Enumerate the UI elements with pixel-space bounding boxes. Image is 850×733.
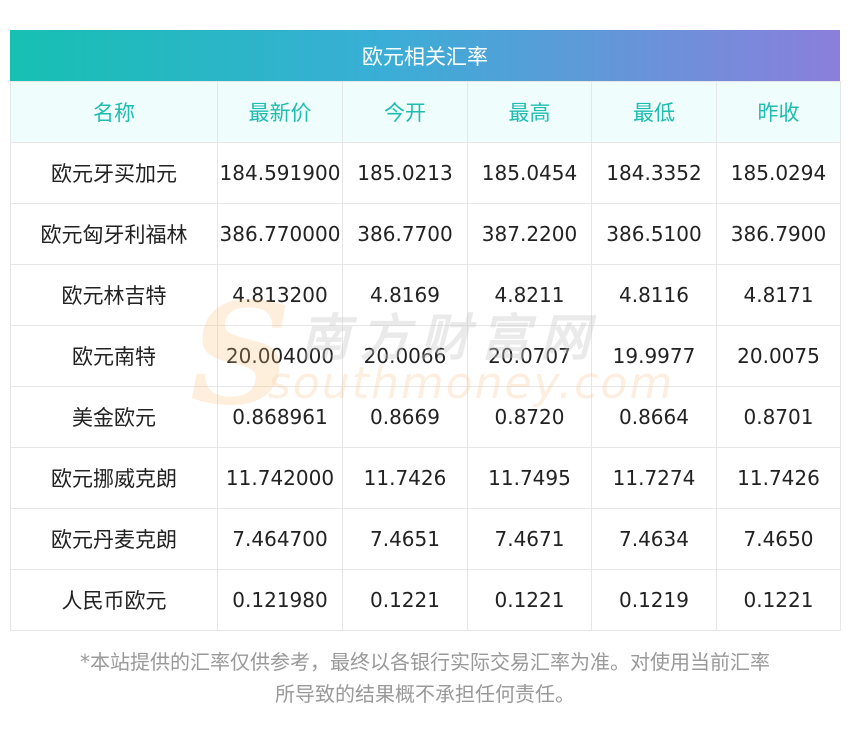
prev-close-price: 185.0294: [716, 142, 841, 204]
open-price: 7.4651: [342, 508, 468, 570]
prev-close-price: 7.4650: [716, 508, 841, 570]
column-header: 名称: [10, 81, 218, 143]
open-price: 0.8669: [342, 386, 468, 448]
latest-price: 0.868961: [217, 386, 343, 448]
high-price: 11.7495: [467, 447, 592, 509]
low-price: 386.5100: [591, 203, 717, 265]
high-price: 4.8211: [467, 264, 592, 326]
currency-pair-name: 欧元丹麦克朗: [10, 508, 218, 570]
table-row: 欧元南特 20.004000 20.0066 20.0707 19.9977 2…: [10, 325, 841, 387]
low-price: 19.9977: [591, 325, 717, 387]
high-price: 7.4671: [467, 508, 592, 570]
prev-close-price: 4.8171: [716, 264, 841, 326]
currency-pair-name: 人民币欧元: [10, 569, 218, 631]
latest-price: 11.742000: [217, 447, 343, 509]
table-row: 美金欧元 0.868961 0.8669 0.8720 0.8664 0.870…: [10, 386, 841, 448]
currency-pair-name: 美金欧元: [10, 386, 218, 448]
table-row: 欧元丹麦克朗 7.464700 7.4651 7.4671 7.4634 7.4…: [10, 508, 841, 570]
table-title-text: 欧元相关汇率: [362, 44, 488, 69]
open-price: 386.7700: [342, 203, 468, 265]
high-price: 0.8720: [467, 386, 592, 448]
latest-price: 4.813200: [217, 264, 343, 326]
low-price: 0.8664: [591, 386, 717, 448]
low-price: 184.3352: [591, 142, 717, 204]
low-price: 0.1219: [591, 569, 717, 631]
currency-pair-name: 欧元林吉特: [10, 264, 218, 326]
disclaimer-note: *本站提供的汇率仅供参考，最终以各银行实际交易汇率为准。对使用当前汇率 所导致的…: [10, 646, 840, 710]
high-price: 387.2200: [467, 203, 592, 265]
table-row: 人民币欧元 0.121980 0.1221 0.1221 0.1219 0.12…: [10, 569, 841, 631]
latest-price: 386.770000: [217, 203, 343, 265]
low-price: 7.4634: [591, 508, 717, 570]
low-price: 4.8116: [591, 264, 717, 326]
open-price: 4.8169: [342, 264, 468, 326]
column-header: 今开: [342, 81, 468, 143]
high-price: 0.1221: [467, 569, 592, 631]
open-price: 185.0213: [342, 142, 468, 204]
prev-close-price: 20.0075: [716, 325, 841, 387]
latest-price: 20.004000: [217, 325, 343, 387]
exchange-rate-table: 名称 最新价 今开 最高 最低 昨收 欧元牙买加元 184.591900 185…: [10, 81, 841, 631]
currency-pair-name: 欧元匈牙利福林: [10, 203, 218, 265]
prev-close-price: 386.7900: [716, 203, 841, 265]
table-row: 欧元匈牙利福林 386.770000 386.7700 387.2200 386…: [10, 203, 841, 265]
open-price: 11.7426: [342, 447, 468, 509]
currency-pair-name: 欧元牙买加元: [10, 142, 218, 204]
column-header: 最新价: [217, 81, 343, 143]
latest-price: 0.121980: [217, 569, 343, 631]
table-row: 欧元牙买加元 184.591900 185.0213 185.0454 184.…: [10, 142, 841, 204]
column-header: 最高: [467, 81, 592, 143]
open-price: 20.0066: [342, 325, 468, 387]
table-row: 欧元挪威克朗 11.742000 11.7426 11.7495 11.7274…: [10, 447, 841, 509]
currency-pair-name: 欧元南特: [10, 325, 218, 387]
table-header-row: 名称 最新价 今开 最高 最低 昨收: [10, 81, 841, 143]
latest-price: 7.464700: [217, 508, 343, 570]
column-header: 昨收: [716, 81, 841, 143]
column-header: 最低: [591, 81, 717, 143]
prev-close-price: 11.7426: [716, 447, 841, 509]
open-price: 0.1221: [342, 569, 468, 631]
table-title: 欧元相关汇率: [10, 30, 840, 81]
high-price: 185.0454: [467, 142, 592, 204]
prev-close-price: 0.8701: [716, 386, 841, 448]
disclaimer-line-1: *本站提供的汇率仅供参考，最终以各银行实际交易汇率为准。对使用当前汇率: [80, 650, 770, 674]
prev-close-price: 0.1221: [716, 569, 841, 631]
table-row: 欧元林吉特 4.813200 4.8169 4.8211 4.8116 4.81…: [10, 264, 841, 326]
disclaimer-line-2: 所导致的结果概不承担任何责任。: [275, 682, 575, 706]
low-price: 11.7274: [591, 447, 717, 509]
high-price: 20.0707: [467, 325, 592, 387]
currency-pair-name: 欧元挪威克朗: [10, 447, 218, 509]
latest-price: 184.591900: [217, 142, 343, 204]
